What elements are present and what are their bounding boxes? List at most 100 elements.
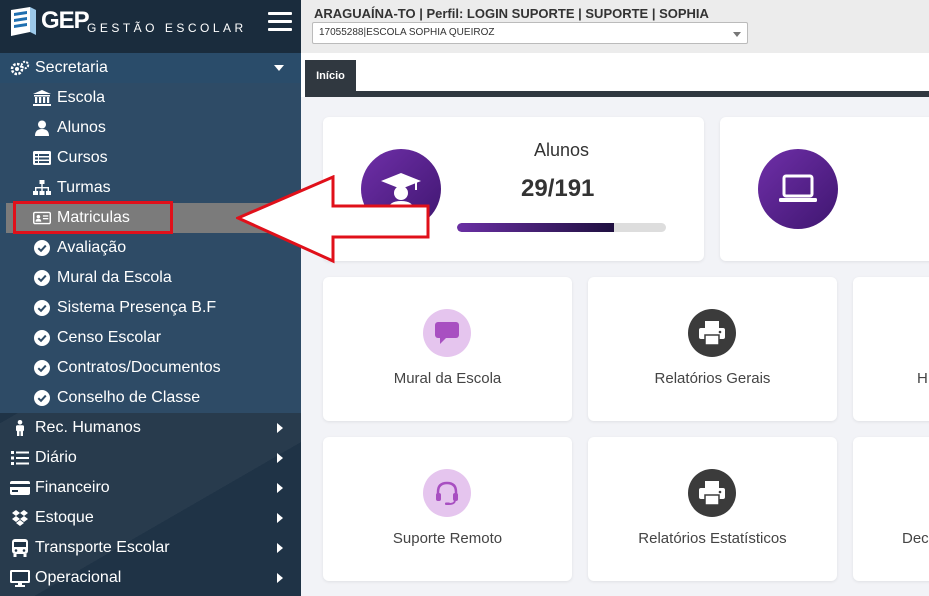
menu-toggle-button[interactable]	[268, 12, 292, 36]
top-bar: ARAGUAÍNA-TO | Perfil: LOGIN SUPORTE | S…	[301, 0, 929, 53]
dropbox-icon	[10, 510, 30, 526]
tile-suporte-remoto[interactable]: Suporte Remoto	[323, 437, 572, 581]
sidebar-item-label: Cursos	[57, 149, 108, 166]
cogs-icon	[10, 60, 30, 76]
stat-progress-bar	[457, 223, 666, 232]
sidebar-item-mural-da-escola[interactable]: Mural da Escola	[0, 263, 301, 293]
sidebar-item-diario[interactable]: Diário	[0, 443, 301, 473]
sidebar-item-transporte-escolar[interactable]: Transporte Escolar	[0, 533, 301, 563]
tab-underline	[305, 91, 929, 97]
tile-mural-da-escola[interactable]: Mural da Escola	[323, 277, 572, 421]
user-icon	[33, 120, 51, 136]
check-circle-icon	[33, 330, 51, 346]
list-icon	[33, 150, 51, 166]
laptop-icon	[758, 149, 838, 229]
caret-right-icon	[277, 453, 283, 463]
tile-label: Suporte Remoto	[392, 530, 503, 547]
sidebar-item-label: Mural da Escola	[57, 269, 172, 286]
sidebar-item-estoque[interactable]: Estoque	[0, 503, 301, 533]
chevron-down-icon	[733, 32, 741, 37]
sidebar-item-label: Sistema Presença B.F	[57, 299, 217, 316]
sidebar-item-label: Avaliação	[57, 239, 127, 256]
check-circle-icon	[33, 240, 51, 256]
sidebar-item-conselho-de-classe[interactable]: Conselho de Classe	[0, 383, 301, 413]
bus-icon	[10, 539, 30, 557]
tile-label: Relatórios Estatísticos	[638, 530, 787, 547]
user-context: ARAGUAÍNA-TO | Perfil: LOGIN SUPORTE | S…	[314, 6, 709, 21]
caret-right-icon	[277, 513, 283, 523]
sidebar-item-label: Contratos/Documentos	[57, 359, 221, 376]
sidebar-item-label: Turmas	[57, 179, 111, 196]
sidebar-item-contratos-documentos[interactable]: Contratos/Documentos	[0, 353, 301, 383]
brand-name: GEP	[41, 7, 90, 34]
tile-cut-off-2[interactable]: Dec	[853, 437, 929, 581]
sidebar-item-label: Escola	[57, 89, 106, 106]
sidebar-item-censo-escolar[interactable]: Censo Escolar	[0, 323, 301, 353]
sitemap-icon	[33, 180, 51, 196]
tile-label: Mural da Escola	[393, 370, 502, 387]
tab-bar: Início	[301, 53, 929, 97]
school-select-value: 17055288|ESCOLA SOPHIA QUEIROZ	[319, 27, 495, 38]
secretaria-submenu: Escola Alunos Cursos Turmas Matriculas A…	[0, 83, 301, 413]
stat-card-laptop[interactable]	[720, 117, 929, 261]
sidebar-item-label: Diário	[35, 449, 77, 466]
caret-right-icon	[277, 573, 283, 583]
sidebar-item-avaliacao[interactable]: Avaliação	[0, 233, 301, 263]
sidebar-item-label: Financeiro	[35, 479, 110, 496]
graduation-cap-icon	[361, 149, 441, 229]
tile-relatorios-gerais[interactable]: Relatórios Gerais	[588, 277, 837, 421]
sidebar-item-label: Secretaria	[35, 59, 108, 76]
sidebar-item-cursos[interactable]: Cursos	[0, 143, 301, 173]
check-circle-icon	[33, 300, 51, 316]
brand-header: GEP GESTÃO ESCOLAR	[0, 0, 301, 53]
tile-label: Relatórios Gerais	[654, 370, 771, 387]
sidebar-item-label: Matriculas	[57, 209, 130, 226]
list-ol-icon	[10, 450, 30, 466]
male-icon	[10, 420, 30, 436]
comment-icon	[423, 309, 471, 357]
print-icon	[688, 469, 736, 517]
tile-label: H	[917, 370, 928, 387]
sidebar-item-label: Conselho de Classe	[57, 389, 201, 406]
sidebar-item-escola[interactable]: Escola	[0, 83, 301, 113]
id-card-icon	[33, 210, 51, 226]
caret-right-icon	[277, 543, 283, 553]
school-select[interactable]: 17055288|ESCOLA SOPHIA QUEIROZ	[312, 22, 748, 44]
sidebar-item-label: Rec. Humanos	[35, 419, 141, 436]
caret-right-icon	[277, 483, 283, 493]
stat-card-alunos[interactable]: Alunos 29/191	[323, 117, 704, 261]
sidebar-item-secretaria[interactable]: Secretaria	[0, 53, 301, 83]
credit-card-icon	[10, 480, 30, 496]
check-circle-icon	[33, 390, 51, 406]
caret-down-icon	[274, 65, 284, 71]
tab-inicio[interactable]: Início	[305, 60, 356, 91]
logo-icon	[11, 7, 36, 36]
sidebar-item-sistema-presenca[interactable]: Sistema Presença B.F	[0, 293, 301, 323]
sidebar-item-turmas[interactable]: Turmas	[0, 173, 301, 203]
sidebar-item-financeiro[interactable]: Financeiro	[0, 473, 301, 503]
print-icon	[688, 309, 736, 357]
tile-label: Dec	[902, 530, 929, 547]
tile-cut-off-1[interactable]: H	[853, 277, 929, 421]
stat-progress-fill	[457, 223, 614, 232]
check-circle-icon	[33, 360, 51, 376]
sidebar-item-label: Censo Escolar	[57, 329, 162, 346]
stat-title: Alunos	[534, 140, 590, 160]
desktop-icon	[10, 569, 30, 587]
sidebar: GEP GESTÃO ESCOLAR Secretaria Escola Alu…	[0, 0, 301, 596]
brand-subtitle: GESTÃO ESCOLAR	[87, 21, 247, 35]
sidebar-item-label: Transporte Escolar	[35, 539, 170, 556]
sidebar-item-label: Estoque	[35, 509, 94, 526]
sidebar-item-operacional[interactable]: Operacional	[0, 563, 301, 593]
sidebar-item-alunos[interactable]: Alunos	[0, 113, 301, 143]
institution-icon	[33, 90, 51, 106]
headset-icon	[423, 469, 471, 517]
stat-value: 29/191	[521, 175, 595, 202]
caret-right-icon	[277, 423, 283, 433]
tile-relatorios-estatisticos[interactable]: Relatórios Estatísticos	[588, 437, 837, 581]
sidebar-item-label: Operacional	[35, 569, 122, 586]
check-circle-icon	[33, 270, 51, 286]
sidebar-item-matriculas[interactable]: Matriculas	[0, 203, 301, 233]
sidebar-item-label: Alunos	[57, 119, 106, 136]
sidebar-item-rec-humanos[interactable]: Rec. Humanos	[0, 413, 301, 443]
